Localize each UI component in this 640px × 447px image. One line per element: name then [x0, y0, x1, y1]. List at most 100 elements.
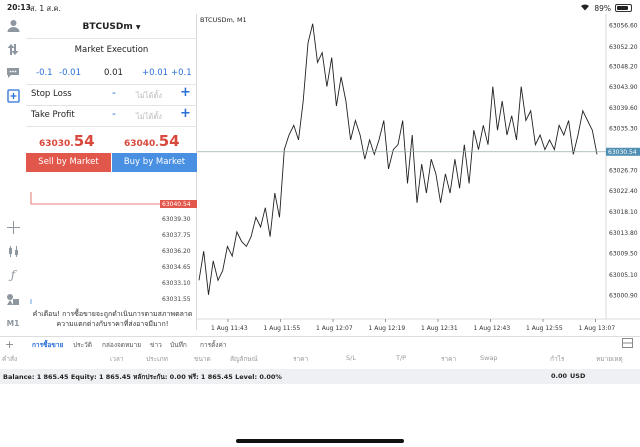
timeframe-m1-icon[interactable]: M1: [5, 315, 21, 331]
tab-trade[interactable]: การซื้อขาย: [32, 340, 63, 350]
volume-minus-0.01-button[interactable]: -0.01: [59, 68, 81, 78]
y-tick-label: 63056.60: [609, 23, 638, 30]
col-swap: Swap: [480, 354, 498, 362]
depth-level: 63037.75: [162, 232, 191, 239]
volume-plus-0.1-button[interactable]: +0.1: [171, 68, 192, 78]
depth-level: 63036.20: [162, 248, 191, 255]
price-series-line: [198, 23, 598, 295]
execution-mode[interactable]: Market Execution: [26, 45, 197, 55]
trade-table-header: คำสั่ง เวลา ประเภท ขนาด สัญลักษณ์ ราคา S…: [0, 352, 640, 366]
col-size: ขนาด: [194, 355, 211, 363]
divider: [26, 105, 197, 106]
tick-chart: 63040.54 63039.30 63037.75 63036.20 6303…: [26, 174, 197, 314]
status-bar: 20:13 ส. 1 ส.ค. 89%: [0, 0, 640, 14]
tab-settings[interactable]: การตั้งค่า: [200, 340, 226, 350]
buy-price-main: 63040.: [124, 139, 159, 149]
y-tick-label: 63009.50: [609, 251, 638, 258]
indicators-icon[interactable]: ƒ: [5, 267, 21, 283]
terminal-tabs: + การซื้อขาย ประวัติ กล่องจดหมาย ข่าว บั…: [0, 336, 640, 351]
x-tick-label: 1 Aug 11:43: [211, 325, 248, 332]
battery-icon: [615, 4, 632, 12]
x-tick-label: 1 Aug 12:07: [316, 325, 353, 332]
take-profit-input[interactable]: ไม่ได้ตั้ง: [136, 111, 162, 123]
candlestick-icon[interactable]: [5, 243, 21, 259]
account-icon[interactable]: [5, 17, 21, 33]
buy-by-market-button[interactable]: Buy by Market: [112, 153, 197, 172]
depth-level: 63034.65: [162, 264, 191, 271]
market-warning: คำเตือน! การซื้อขายจะถูกดำเนินการตามสภาพ…: [32, 310, 193, 328]
total-profit: 0.00: [551, 372, 568, 380]
wifi-icon: [580, 3, 590, 13]
y-tick-label: 63013.80: [609, 230, 638, 237]
x-tick-label: 1 Aug 13:07: [579, 325, 616, 332]
col-time: เวลา: [110, 355, 124, 363]
col-order: คำสั่ง: [2, 355, 18, 363]
y-tick-label: 63048.20: [609, 63, 638, 70]
add-icon[interactable]: +: [5, 338, 14, 351]
col-price-current: ราคา: [441, 355, 457, 363]
volume-plus-0.01-button[interactable]: +0.01: [142, 68, 168, 78]
y-tick-label: 63000.90: [609, 292, 638, 299]
depth-level: 63033.10: [162, 280, 191, 287]
depth-level: 63031.55: [162, 296, 191, 303]
layout-icon[interactable]: [622, 338, 633, 350]
currency: USD: [570, 372, 586, 380]
new-order-icon[interactable]: [5, 88, 21, 104]
col-profit: กำไร: [550, 355, 565, 363]
col-sl: S/L: [346, 354, 356, 362]
sell-price-main: 63030.: [39, 139, 74, 149]
divider: [26, 38, 197, 39]
take-profit-plus-button[interactable]: +: [180, 106, 191, 121]
volume-minus-0.1-button[interactable]: -0.1: [36, 68, 53, 78]
y-tick-label: 63035.30: [609, 126, 638, 133]
chat-icon[interactable]: [5, 65, 21, 81]
status-right: 89%: [580, 3, 632, 13]
y-tick-label: 63018.10: [609, 209, 638, 216]
sell-price-big: 54: [73, 132, 95, 150]
col-comment: หมายเหตุ: [596, 355, 623, 363]
sell-price: 63030.54: [39, 132, 95, 150]
symbol-selector[interactable]: BTCUSDm ▼: [26, 22, 197, 32]
chart-canvas[interactable]: 63056.60 63052.20 63048.20 63043.90 63039.60…: [197, 14, 640, 338]
col-tp: T/P: [396, 354, 407, 362]
depth-level: 63039.30: [162, 216, 191, 223]
y-tick-label: 63005.10: [609, 272, 638, 279]
stop-loss-plus-button[interactable]: +: [180, 85, 191, 100]
status-time: 20:13: [7, 3, 31, 12]
caret-down-icon: ▼: [135, 24, 141, 31]
divider: [26, 84, 197, 85]
col-symbol: สัญลักษณ์: [230, 355, 258, 363]
home-indicator: [236, 439, 404, 443]
current-price-label: 63030.54: [608, 149, 637, 156]
tab-history[interactable]: ประวัติ: [73, 340, 92, 350]
take-profit-minus-button[interactable]: -: [112, 107, 116, 120]
balance-text: Balance: 1 865.45 Equity: 1 865.45 หลักป…: [3, 373, 282, 381]
sell-by-market-button[interactable]: Sell by Market: [26, 153, 111, 172]
tab-journal[interactable]: บันทึก: [170, 340, 187, 350]
tab-news[interactable]: ข่าว: [150, 340, 162, 350]
stop-loss-input[interactable]: ไม่ได้ตั้ง: [136, 90, 162, 102]
y-tick-label: 63026.70: [609, 167, 638, 174]
y-tick-label: 63022.40: [609, 188, 638, 195]
x-tick-label: 1 Aug 12:19: [369, 325, 406, 332]
price-chart[interactable]: BTCUSDm, M1 63056.60 63052.20 63048.20 6304…: [197, 14, 640, 338]
volume-value[interactable]: 0.01: [104, 68, 123, 78]
balance-row: Balance: 1 865.45 Equity: 1 865.45 หลักป…: [0, 369, 640, 384]
trade-arrows-icon[interactable]: [5, 41, 21, 57]
x-tick-label: 1 Aug 12:31: [421, 325, 458, 332]
tab-mailbox[interactable]: กล่องจดหมาย: [102, 340, 141, 350]
buy-price: 63040.54: [124, 132, 180, 150]
y-tick-label: 63039.60: [609, 105, 638, 112]
battery-percent: 89%: [594, 3, 611, 13]
objects-icon[interactable]: [5, 291, 21, 307]
left-toolbar: ƒ M1: [0, 14, 26, 330]
symbol-name: BTCUSDm: [82, 22, 133, 32]
x-tick-label: 1 Aug 11:55: [264, 325, 301, 332]
y-tick-label: 63052.20: [609, 44, 638, 51]
take-profit-label: Take Profit: [31, 110, 75, 120]
x-tick-label: 1 Aug 12:43: [474, 325, 511, 332]
crosshair-icon[interactable]: [5, 219, 21, 235]
x-tick-label: 1 Aug 12:55: [526, 325, 563, 332]
stop-loss-minus-button[interactable]: -: [112, 86, 116, 99]
divider: [26, 126, 197, 127]
